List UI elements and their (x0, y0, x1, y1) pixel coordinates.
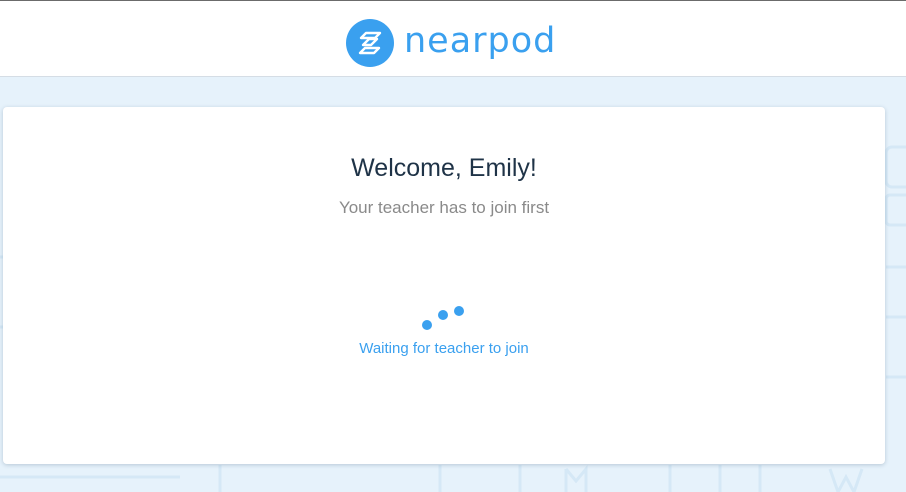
welcome-heading: Welcome, Emily! (351, 154, 537, 182)
welcome-card: Welcome, Emily! Your teacher has to join… (3, 107, 885, 464)
logo-glyph-icon (358, 31, 382, 55)
logo-wordmark: nearpod (404, 20, 557, 61)
loading-dots-icon (422, 306, 464, 330)
waiting-status: Waiting for teacher to join (359, 340, 529, 357)
nearpod-logo: nearpod (346, 17, 556, 69)
nearpod-logo-icon (346, 19, 394, 67)
join-subtitle: Your teacher has to join first (338, 198, 550, 217)
app-header: nearpod (0, 0, 906, 77)
